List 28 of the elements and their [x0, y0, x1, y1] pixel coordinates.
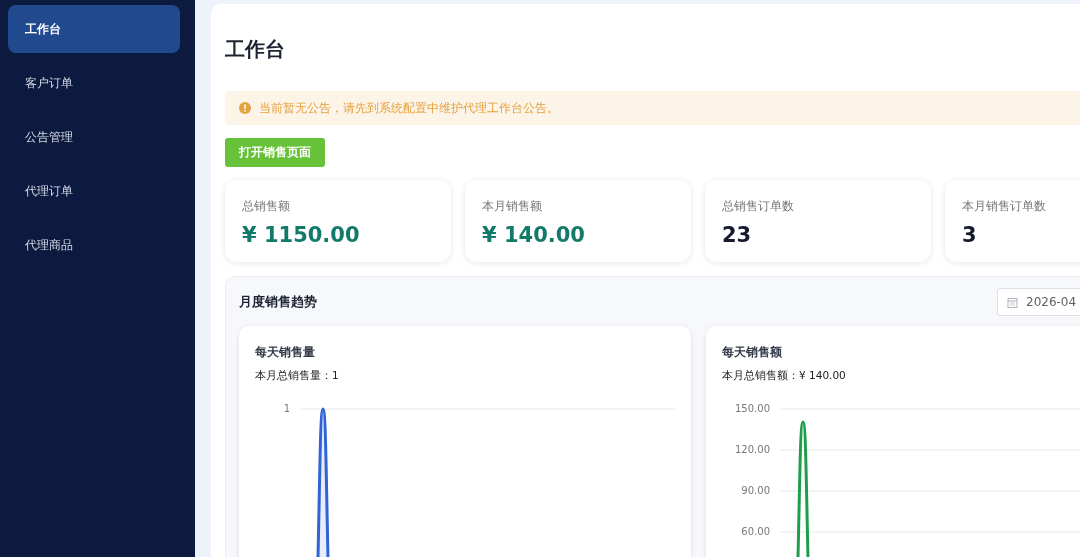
- stat-value: ¥ 140.00: [482, 223, 586, 247]
- notice-text: 当前暂无公告，请先到系统配置中维护代理工作台公告。: [259, 99, 559, 117]
- warning-icon: [239, 102, 251, 114]
- stat-label: 本月销售订单数: [962, 198, 1047, 215]
- stat-value: ¥ 1150.00: [242, 223, 361, 247]
- page-title: 工作台: [225, 36, 286, 63]
- sidebar-item[interactable]: 公告管理: [8, 113, 180, 161]
- stat-label: 总销售额: [242, 198, 291, 215]
- chart-title: 每天销售量: [255, 344, 316, 361]
- stat-value: 23: [722, 223, 753, 247]
- stat-label: 本月销售额: [482, 198, 543, 215]
- axis-tick-label: 60.00: [741, 525, 770, 539]
- axis-tick-label: 150.00: [735, 402, 770, 416]
- calendar-icon: [1007, 296, 1018, 308]
- stat-value: 3: [962, 223, 978, 247]
- sidebar-item[interactable]: 代理订单: [8, 167, 180, 215]
- chart-summary: 本月总销售量：1: [255, 369, 340, 383]
- stat-label: 总销售订单数: [722, 198, 795, 215]
- section-title: 月度销售趋势: [239, 293, 317, 311]
- sidebar-item[interactable]: 客户订单: [8, 59, 180, 107]
- sidebar-item[interactable]: 代理商品: [8, 221, 180, 269]
- chart-summary: 本月总销售额：¥ 140.00: [722, 369, 847, 383]
- month-picker[interactable]: 2026-04: [997, 288, 1080, 316]
- axis-tick-label: 1: [283, 402, 290, 416]
- sidebar-item[interactable]: 工作台: [8, 5, 180, 53]
- axis-tick-label: 90.00: [741, 484, 770, 498]
- axis-tick-label: 120.00: [735, 443, 770, 457]
- chart-title: 每天销售额: [722, 344, 783, 361]
